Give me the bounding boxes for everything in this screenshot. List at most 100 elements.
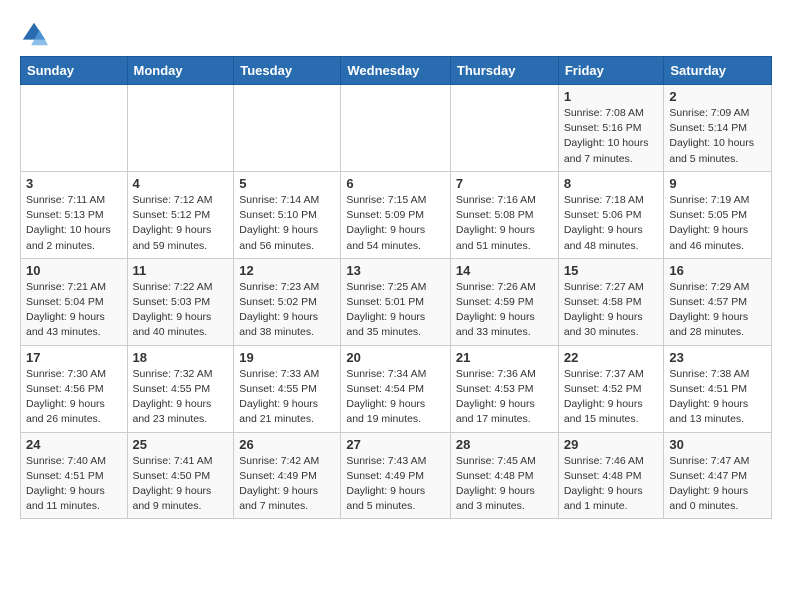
day-info: Sunrise: 7:11 AM Sunset: 5:13 PM Dayligh… xyxy=(26,193,122,254)
day-number: 15 xyxy=(564,263,659,278)
calendar-cell: 14 Sunrise: 7:26 AM Sunset: 4:59 PM Dayli… xyxy=(450,258,558,345)
day-number: 12 xyxy=(239,263,335,278)
calendar-week-row: 17 Sunrise: 7:30 AM Sunset: 4:56 PM Dayli… xyxy=(21,345,772,432)
day-number: 13 xyxy=(346,263,445,278)
day-info: Sunrise: 7:22 AM Sunset: 5:03 PM Dayligh… xyxy=(133,280,229,341)
calendar-cell: 18 Sunrise: 7:32 AM Sunset: 4:55 PM Dayli… xyxy=(127,345,234,432)
day-number: 26 xyxy=(239,437,335,452)
day-number: 6 xyxy=(346,176,445,191)
day-info: Sunrise: 7:43 AM Sunset: 4:49 PM Dayligh… xyxy=(346,454,445,515)
day-number: 8 xyxy=(564,176,659,191)
calendar-cell xyxy=(21,85,128,172)
day-number: 4 xyxy=(133,176,229,191)
weekday-header-friday: Friday xyxy=(558,57,664,85)
calendar-cell: 2 Sunrise: 7:09 AM Sunset: 5:14 PM Daylig… xyxy=(664,85,772,172)
calendar-cell: 20 Sunrise: 7:34 AM Sunset: 4:54 PM Dayli… xyxy=(341,345,451,432)
calendar-table: SundayMondayTuesdayWednesdayThursdayFrid… xyxy=(20,56,772,519)
calendar-cell: 9 Sunrise: 7:19 AM Sunset: 5:05 PM Daylig… xyxy=(664,171,772,258)
day-info: Sunrise: 7:09 AM Sunset: 5:14 PM Dayligh… xyxy=(669,106,766,167)
calendar-week-row: 10Sunrise: 7:21 AM Sunset: 5:04 PM Dayli… xyxy=(21,258,772,345)
weekday-header-monday: Monday xyxy=(127,57,234,85)
calendar-week-row: 24Sunrise: 7:40 AM Sunset: 4:51 PM Dayli… xyxy=(21,432,772,519)
weekday-header-tuesday: Tuesday xyxy=(234,57,341,85)
calendar-cell xyxy=(450,85,558,172)
day-info: Sunrise: 7:38 AM Sunset: 4:51 PM Dayligh… xyxy=(669,367,766,428)
day-info: Sunrise: 7:32 AM Sunset: 4:55 PM Dayligh… xyxy=(133,367,229,428)
day-number: 24 xyxy=(26,437,122,452)
day-number: 9 xyxy=(669,176,766,191)
calendar-cell: 8 Sunrise: 7:18 AM Sunset: 5:06 PM Daylig… xyxy=(558,171,664,258)
calendar-header-row: SundayMondayTuesdayWednesdayThursdayFrid… xyxy=(21,57,772,85)
day-number: 11 xyxy=(133,263,229,278)
calendar-cell: 3Sunrise: 7:11 AM Sunset: 5:13 PM Daylig… xyxy=(21,171,128,258)
day-number: 30 xyxy=(669,437,766,452)
day-number: 27 xyxy=(346,437,445,452)
calendar-cell xyxy=(341,85,451,172)
day-info: Sunrise: 7:19 AM Sunset: 5:05 PM Dayligh… xyxy=(669,193,766,254)
calendar-cell: 28Sunrise: 7:45 AM Sunset: 4:48 PM Dayli… xyxy=(450,432,558,519)
day-info: Sunrise: 7:41 AM Sunset: 4:50 PM Dayligh… xyxy=(133,454,229,515)
calendar-week-row: 3Sunrise: 7:11 AM Sunset: 5:13 PM Daylig… xyxy=(21,171,772,258)
day-info: Sunrise: 7:29 AM Sunset: 4:57 PM Dayligh… xyxy=(669,280,766,341)
day-info: Sunrise: 7:46 AM Sunset: 4:48 PM Dayligh… xyxy=(564,454,659,515)
day-info: Sunrise: 7:14 AM Sunset: 5:10 PM Dayligh… xyxy=(239,193,335,254)
calendar-cell: 11 Sunrise: 7:22 AM Sunset: 5:03 PM Dayli… xyxy=(127,258,234,345)
calendar-cell: 25 Sunrise: 7:41 AM Sunset: 4:50 PM Dayli… xyxy=(127,432,234,519)
calendar-cell: 22 Sunrise: 7:37 AM Sunset: 4:52 PM Dayli… xyxy=(558,345,664,432)
calendar-cell: 15 Sunrise: 7:27 AM Sunset: 4:58 PM Dayli… xyxy=(558,258,664,345)
calendar-cell: 26 Sunrise: 7:42 AM Sunset: 4:49 PM Dayli… xyxy=(234,432,341,519)
day-info: Sunrise: 7:25 AM Sunset: 5:01 PM Dayligh… xyxy=(346,280,445,341)
day-number: 5 xyxy=(239,176,335,191)
day-info: Sunrise: 7:34 AM Sunset: 4:54 PM Dayligh… xyxy=(346,367,445,428)
day-number: 2 xyxy=(669,89,766,104)
day-info: Sunrise: 7:21 AM Sunset: 5:04 PM Dayligh… xyxy=(26,280,122,341)
day-number: 14 xyxy=(456,263,553,278)
calendar-cell: 12 Sunrise: 7:23 AM Sunset: 5:02 PM Dayli… xyxy=(234,258,341,345)
calendar-cell: 1 Sunrise: 7:08 AM Sunset: 5:16 PM Daylig… xyxy=(558,85,664,172)
calendar-cell: 23 Sunrise: 7:38 AM Sunset: 4:51 PM Dayli… xyxy=(664,345,772,432)
calendar-cell: 13 Sunrise: 7:25 AM Sunset: 5:01 PM Dayli… xyxy=(341,258,451,345)
day-info: Sunrise: 7:12 AM Sunset: 5:12 PM Dayligh… xyxy=(133,193,229,254)
weekday-header-sunday: Sunday xyxy=(21,57,128,85)
header-row xyxy=(20,20,772,48)
day-number: 25 xyxy=(133,437,229,452)
logo xyxy=(20,20,52,48)
day-info: Sunrise: 7:37 AM Sunset: 4:52 PM Dayligh… xyxy=(564,367,659,428)
day-info: Sunrise: 7:36 AM Sunset: 4:53 PM Dayligh… xyxy=(456,367,553,428)
day-number: 20 xyxy=(346,350,445,365)
calendar-cell: 24Sunrise: 7:40 AM Sunset: 4:51 PM Dayli… xyxy=(21,432,128,519)
day-info: Sunrise: 7:26 AM Sunset: 4:59 PM Dayligh… xyxy=(456,280,553,341)
day-number: 22 xyxy=(564,350,659,365)
calendar-cell: 10Sunrise: 7:21 AM Sunset: 5:04 PM Dayli… xyxy=(21,258,128,345)
calendar-cell: 30Sunrise: 7:47 AM Sunset: 4:47 PM Dayli… xyxy=(664,432,772,519)
day-number: 21 xyxy=(456,350,553,365)
calendar-cell: 16Sunrise: 7:29 AM Sunset: 4:57 PM Dayli… xyxy=(664,258,772,345)
day-number: 18 xyxy=(133,350,229,365)
day-info: Sunrise: 7:18 AM Sunset: 5:06 PM Dayligh… xyxy=(564,193,659,254)
calendar-cell: 7Sunrise: 7:16 AM Sunset: 5:08 PM Daylig… xyxy=(450,171,558,258)
day-number: 29 xyxy=(564,437,659,452)
weekday-header-saturday: Saturday xyxy=(664,57,772,85)
day-info: Sunrise: 7:30 AM Sunset: 4:56 PM Dayligh… xyxy=(26,367,122,428)
day-info: Sunrise: 7:42 AM Sunset: 4:49 PM Dayligh… xyxy=(239,454,335,515)
day-info: Sunrise: 7:08 AM Sunset: 5:16 PM Dayligh… xyxy=(564,106,659,167)
calendar-cell: 17 Sunrise: 7:30 AM Sunset: 4:56 PM Dayli… xyxy=(21,345,128,432)
calendar-cell xyxy=(234,85,341,172)
day-info: Sunrise: 7:15 AM Sunset: 5:09 PM Dayligh… xyxy=(346,193,445,254)
calendar-cell: 6 Sunrise: 7:15 AM Sunset: 5:09 PM Daylig… xyxy=(341,171,451,258)
calendar-cell xyxy=(127,85,234,172)
day-number: 23 xyxy=(669,350,766,365)
day-number: 19 xyxy=(239,350,335,365)
calendar-week-row: 1 Sunrise: 7:08 AM Sunset: 5:16 PM Daylig… xyxy=(21,85,772,172)
day-number: 28 xyxy=(456,437,553,452)
weekday-header-wednesday: Wednesday xyxy=(341,57,451,85)
calendar-cell: 21 Sunrise: 7:36 AM Sunset: 4:53 PM Dayli… xyxy=(450,345,558,432)
day-number: 1 xyxy=(564,89,659,104)
calendar-cell: 5 Sunrise: 7:14 AM Sunset: 5:10 PM Daylig… xyxy=(234,171,341,258)
day-info: Sunrise: 7:23 AM Sunset: 5:02 PM Dayligh… xyxy=(239,280,335,341)
calendar-cell: 29 Sunrise: 7:46 AM Sunset: 4:48 PM Dayli… xyxy=(558,432,664,519)
day-info: Sunrise: 7:27 AM Sunset: 4:58 PM Dayligh… xyxy=(564,280,659,341)
day-number: 17 xyxy=(26,350,122,365)
calendar-container: SundayMondayTuesdayWednesdayThursdayFrid… xyxy=(0,0,792,529)
day-number: 7 xyxy=(456,176,553,191)
